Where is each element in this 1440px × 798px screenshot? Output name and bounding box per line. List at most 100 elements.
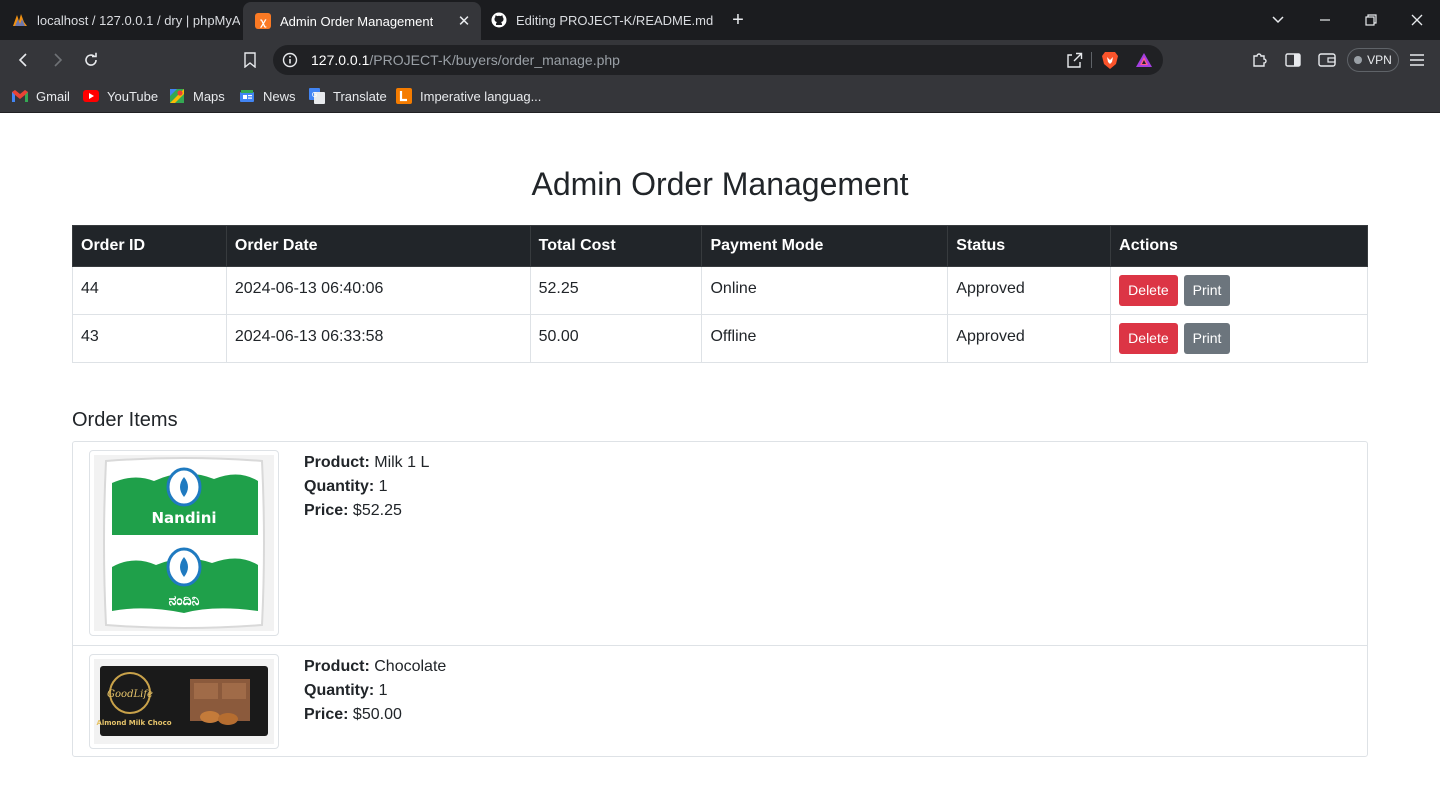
list-item: GoodLife Almond Milk Choco Product: Choc…: [73, 645, 1367, 756]
share-icon[interactable]: [1065, 51, 1083, 74]
orders-table: Order ID Order Date Total Cost Payment M…: [72, 225, 1368, 363]
quantity-label: Quantity:: [304, 478, 375, 495]
new-tab-button[interactable]: +: [726, 8, 750, 32]
almond-milk-choco-text: Almond Milk Choco: [96, 719, 171, 727]
actions-cell: Delete Print: [1110, 314, 1368, 363]
quantity-line: Quantity: 1: [304, 679, 446, 703]
column-header: Status: [947, 225, 1112, 267]
site-info-icon[interactable]: [282, 52, 298, 68]
product-image-chocolate: GoodLife Almond Milk Choco: [89, 654, 279, 749]
bookmark-l-icon: [396, 88, 412, 104]
order-id-cell: 43: [72, 314, 227, 363]
page-title: Admin Order Management: [531, 166, 909, 202]
bookmark-translate[interactable]: G Translate: [309, 87, 387, 105]
order-items-heading: Order Items: [72, 409, 178, 431]
page-content: Admin Order Management Order ID Order Da…: [0, 113, 1440, 798]
quantity-value: 1: [378, 682, 388, 699]
minimize-icon[interactable]: [1315, 10, 1335, 30]
bookmark-youtube[interactable]: YouTube: [83, 87, 158, 105]
table-row: 43 2024-06-13 06:33:58 50.00 Offline App…: [72, 314, 1368, 363]
brave-rewards-icon[interactable]: [1135, 52, 1153, 73]
price-line: Price: $52.25: [304, 499, 429, 523]
tab-phpmyadmin[interactable]: localhost / 127.0.0.1 / dry | phpMyAd: [0, 0, 240, 40]
bookmark-gmail[interactable]: Gmail: [12, 87, 70, 105]
news-icon: [239, 88, 255, 104]
product-name: Milk 1 L: [374, 454, 430, 471]
maps-icon: [169, 88, 185, 104]
table-header-row: Order ID Order Date Total Cost Payment M…: [72, 225, 1368, 267]
youtube-icon: [83, 88, 99, 104]
browser-tab-strip: localhost / 127.0.0.1 / dry | phpMyAd ꭓ …: [0, 0, 1440, 40]
tab-title: Editing PROJECT-K/README.md at m: [516, 12, 715, 28]
product-line: Product: Chocolate: [304, 655, 446, 679]
url-text: 127.0.0.1/PROJECT-K/buyers/order_manage.…: [311, 52, 620, 68]
product-line: Product: Milk 1 L: [304, 451, 429, 475]
product-image-milk: Nandini ನಂದಿನಿ: [89, 450, 279, 636]
phpmyadmin-icon: [12, 12, 28, 28]
bookmark-maps[interactable]: Maps: [169, 87, 225, 105]
quantity-label: Quantity:: [304, 682, 375, 699]
print-order-button[interactable]: Print: [1183, 323, 1231, 354]
translate-icon: G: [309, 88, 325, 104]
product-label: Product:: [304, 658, 370, 675]
tab-admin-order-management[interactable]: ꭓ Admin Order Management ✕: [243, 2, 481, 40]
column-header: Actions: [1110, 225, 1368, 267]
vpn-button[interactable]: VPN: [1347, 48, 1399, 72]
bookmark-label: Gmail: [36, 88, 70, 104]
reload-icon[interactable]: [79, 48, 103, 72]
delete-order-button[interactable]: Delete: [1119, 275, 1178, 306]
address-bar[interactable]: 127.0.0.1/PROJECT-K/buyers/order_manage.…: [273, 45, 1163, 75]
payment-mode-cell: Online: [701, 266, 949, 315]
forward-icon[interactable]: [45, 48, 69, 72]
bookmark-imperative[interactable]: Imperative languag...: [396, 87, 541, 105]
close-tab-icon[interactable]: ✕: [455, 12, 473, 30]
order-id-cell: 44: [72, 266, 227, 315]
sidebar-icon[interactable]: [1281, 48, 1305, 72]
tab-title: Admin Order Management: [280, 13, 434, 29]
bookmark-news[interactable]: News: [239, 87, 296, 105]
milk-packet-image: Nandini ನಂದಿನಿ: [94, 455, 274, 631]
github-icon: [491, 12, 507, 28]
tab-search-icon[interactable]: [1268, 10, 1288, 30]
item-details: Product: Chocolate Quantity: 1 Price: $5…: [304, 655, 446, 727]
back-icon[interactable]: [12, 48, 36, 72]
nandini-kannada-logo-text: ನಂದಿನಿ: [169, 593, 200, 609]
xampp-icon: ꭓ: [255, 13, 271, 29]
status-cell: Approved: [947, 314, 1112, 363]
restore-icon[interactable]: [1361, 10, 1381, 30]
bookmark-label: YouTube: [107, 88, 159, 104]
order-items-list: Nandini ನಂದಿನಿ Product: Milk 1 L Quantit…: [72, 441, 1368, 757]
bookmark-label: Translate: [333, 88, 387, 104]
bookmark-label: Maps: [193, 88, 225, 104]
tab-github[interactable]: Editing PROJECT-K/README.md at m: [479, 0, 715, 40]
price-value: $50.00: [352, 706, 402, 723]
divider: [1091, 52, 1092, 68]
delete-order-button[interactable]: Delete: [1119, 323, 1178, 354]
total-cost-cell: 52.25: [529, 266, 703, 315]
bookmarks-bar: Gmail YouTube Maps News G Translate Impe…: [0, 80, 1440, 113]
quantity-value: 1: [378, 478, 388, 495]
close-window-icon[interactable]: [1407, 10, 1427, 30]
nandini-logo-text: Nandini: [151, 509, 216, 527]
goodlife-logo-text: GoodLife: [107, 689, 153, 700]
url-path: /PROJECT-K/buyers/order_manage.php: [369, 52, 620, 68]
print-order-button[interactable]: Print: [1183, 275, 1231, 306]
menu-icon[interactable]: [1405, 48, 1429, 72]
column-header: Total Cost: [529, 225, 703, 267]
extensions-icon[interactable]: [1248, 48, 1272, 72]
bookmark-icon[interactable]: [238, 48, 262, 72]
price-value: $52.25: [352, 502, 402, 519]
brave-shields-icon[interactable]: [1101, 50, 1119, 75]
gmail-icon: [12, 88, 28, 104]
vpn-status-icon: [1354, 56, 1363, 64]
chocolate-bar-image: GoodLife Almond Milk Choco: [94, 659, 274, 744]
status-cell: Approved: [947, 266, 1112, 315]
price-label: Price:: [304, 706, 349, 723]
quantity-line: Quantity: 1: [304, 475, 429, 499]
bookmark-label: Imperative languag...: [420, 88, 542, 104]
column-header: Order ID: [72, 225, 227, 267]
tab-title: localhost / 127.0.0.1 / dry | phpMyAd: [37, 12, 240, 28]
vpn-label: VPN: [1367, 53, 1392, 67]
wallet-icon[interactable]: [1315, 48, 1339, 72]
column-header: Order Date: [225, 225, 531, 267]
